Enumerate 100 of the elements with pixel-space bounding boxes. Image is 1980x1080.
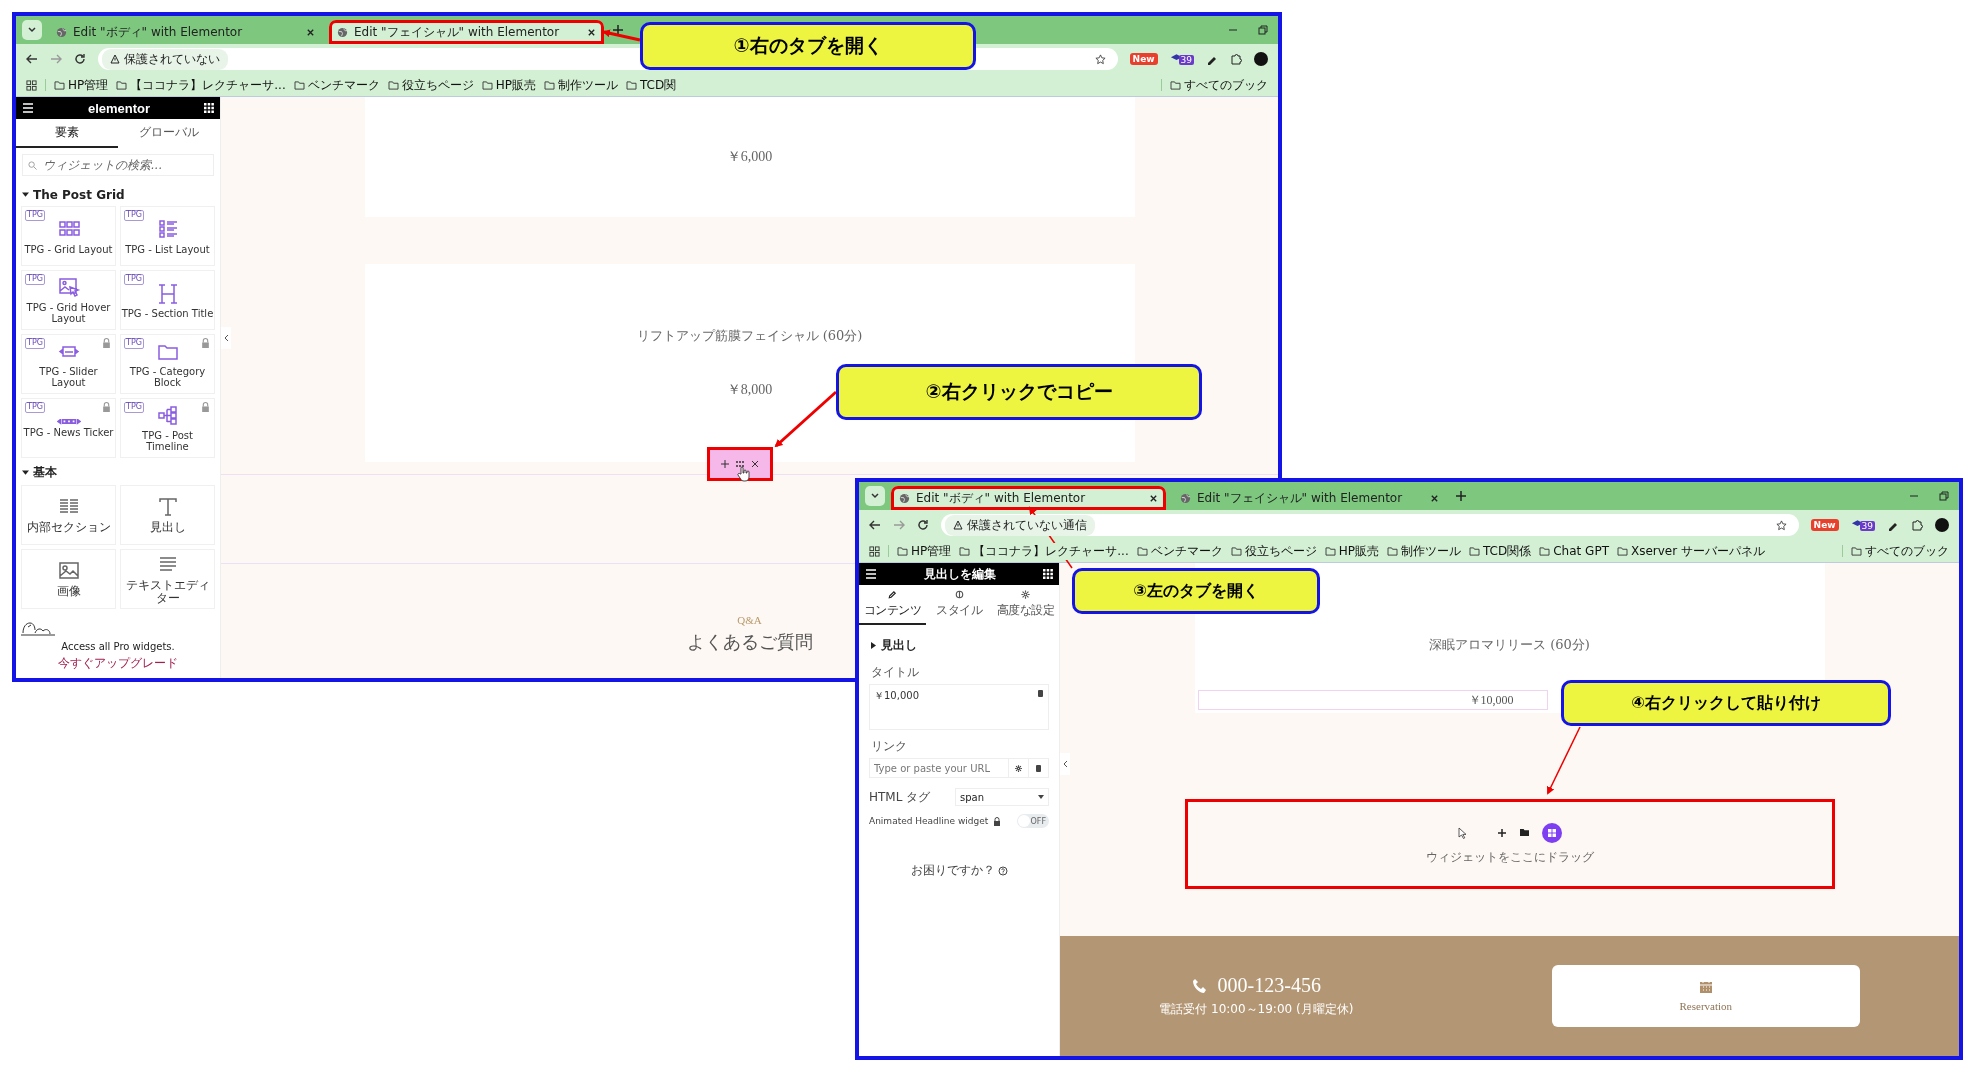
category-heading[interactable]: 基本 (16, 458, 220, 485)
help-link[interactable]: お困りですか？ (910, 862, 1008, 879)
widget-tile[interactable]: 画像 (21, 549, 116, 609)
category-heading[interactable]: The Post Grid (16, 182, 220, 206)
reload-icon[interactable] (74, 53, 86, 65)
close-icon[interactable] (1430, 493, 1439, 503)
widget-tile[interactable]: TPG TPG - Category Block (120, 334, 215, 394)
bookmark[interactable]: HP販売 (481, 76, 536, 94)
reload-icon[interactable] (917, 519, 929, 531)
folder-icon (1469, 546, 1480, 556)
section-handle[interactable] (709, 450, 770, 478)
widget-tile[interactable]: TPG TPG - List Layout (120, 206, 215, 266)
browser-tab[interactable]: Edit "フェイシャル" with Elementor (1172, 486, 1447, 510)
apps-icon[interactable] (869, 545, 880, 557)
tag-select[interactable]: span (955, 788, 1049, 806)
upgrade-link[interactable]: 今すぐアップグレード (58, 655, 178, 672)
puzzle-icon[interactable] (1230, 53, 1242, 65)
template-button[interactable] (1541, 822, 1562, 843)
widget-tile[interactable]: TPG TPG - Slider Layout (21, 334, 116, 394)
bookmark[interactable]: 【ココナラ】レクチャーサ... (959, 542, 1129, 560)
menu-icon[interactable] (865, 569, 877, 579)
plus-icon[interactable] (1496, 827, 1507, 838)
field-label: タイトル (870, 664, 920, 681)
new-tab-icon[interactable] (612, 24, 624, 36)
bookmark[interactable]: 【ココナラ】レクチャーサ... (116, 76, 286, 94)
settings-button[interactable] (1009, 758, 1029, 778)
close-icon[interactable] (306, 27, 315, 37)
folder-icon (116, 80, 128, 90)
panel-tab[interactable]: 要素 (16, 119, 118, 148)
address-bar[interactable]: 保護されていない通信 (941, 514, 1799, 536)
bookmark[interactable]: 役立ちページ (1230, 542, 1317, 560)
apps-icon[interactable] (26, 79, 37, 91)
toggle-switch[interactable]: OFF (1017, 814, 1049, 828)
browser-tab[interactable]: Edit "フェイシャル" with Elementor (329, 20, 604, 44)
restore-icon[interactable] (1939, 491, 1949, 501)
section-toggle[interactable]: 見出し (859, 625, 1059, 660)
widget-tile[interactable]: TPG TPG - News Ticker (21, 398, 116, 458)
browser-tab[interactable]: Edit "ボディ" with Elementor (891, 486, 1166, 510)
star-icon[interactable] (1775, 519, 1787, 531)
bookmark[interactable]: ベンチマーク (293, 76, 380, 94)
widget-tile[interactable]: TPG TPG - Section Title (120, 270, 215, 330)
widget-tile[interactable]: TPG TPG - Post Timeline (120, 398, 215, 458)
bookmark[interactable]: 制作ツール (1387, 542, 1461, 560)
bookmark[interactable]: HP販売 (1324, 542, 1379, 560)
bookmark[interactable]: TCD関係 (1469, 542, 1532, 560)
menu-icon[interactable] (22, 103, 34, 113)
reservation-button[interactable]: Reservation (1551, 965, 1860, 1027)
restore-icon[interactable] (1258, 25, 1268, 35)
widget-label: TPG - Post Timeline (141, 430, 194, 452)
extension-badge[interactable]: New (1129, 53, 1158, 65)
bookmark[interactable]: HP管理 (897, 542, 952, 560)
widget-tile[interactable]: TPG TPG - Grid Hover Layout (21, 270, 116, 330)
url-field[interactable]: Type or paste your URL (869, 758, 1009, 778)
browser-tab[interactable]: Edit "ボディ" with Elementor (48, 20, 323, 44)
panel-tab[interactable]: コンテンツ (859, 589, 926, 625)
folder-icon[interactable] (1518, 828, 1530, 837)
extension-badge[interactable]: New (1810, 519, 1839, 531)
heading-widget[interactable]: ￥10,000 (1197, 690, 1548, 710)
close-icon[interactable] (1149, 493, 1158, 503)
back-icon[interactable] (869, 519, 881, 531)
bookmark[interactable]: すべてのブック (1851, 542, 1949, 560)
profile-avatar[interactable] (1935, 518, 1949, 532)
panel-collapse-button[interactable] (221, 327, 231, 349)
callout: ③左のタブを開く (1072, 568, 1320, 614)
search-field[interactable]: ウィジェットの検索... (22, 154, 214, 176)
bookmark[interactable]: HP管理 (54, 76, 109, 94)
bookmark[interactable]: TCD関 (626, 76, 677, 94)
close-icon[interactable] (750, 460, 759, 468)
new-tab-icon[interactable] (1455, 490, 1467, 502)
apps-icon[interactable] (1043, 569, 1053, 579)
dynamic-tags-button[interactable] (1029, 758, 1049, 778)
panel-tab[interactable]: スタイル (925, 589, 993, 625)
bookmark[interactable]: すべてのブック (1170, 76, 1268, 94)
puzzle-icon[interactable] (1911, 519, 1923, 531)
drag-dots-icon[interactable] (734, 460, 745, 468)
panel-tab[interactable]: 高度な設定 (992, 589, 1059, 625)
widget-tile[interactable]: TPG TPG - Grid Layout (21, 206, 116, 266)
widget-badge: TPG (25, 210, 45, 221)
profile-avatar[interactable] (1254, 52, 1268, 66)
widget-tile[interactable]: 内部セクション (21, 485, 116, 545)
security-chip[interactable]: 保護されていない通信 (945, 514, 1095, 536)
widget-tile[interactable]: 見出し (120, 485, 215, 545)
security-chip[interactable]: 保護されていない (102, 48, 228, 70)
panel-tab[interactable]: グローバル (118, 119, 220, 148)
tab-list-button[interactable] (865, 486, 885, 506)
close-icon[interactable] (587, 27, 596, 37)
back-icon[interactable] (26, 53, 38, 65)
tab-list-button[interactable] (22, 20, 42, 40)
title-textarea[interactable]: ￥10,000 (869, 684, 1049, 730)
bookmark[interactable]: 役立ちページ (387, 76, 474, 94)
cursor-icon (1457, 826, 1467, 839)
panel-collapse-button[interactable] (1060, 753, 1070, 775)
bookmark[interactable]: 制作ツール (544, 76, 618, 94)
star-icon[interactable] (1094, 53, 1106, 65)
folder-icon (1324, 546, 1336, 556)
apps-icon[interactable] (204, 103, 214, 113)
drop-zone[interactable]: ウィジェットをここにドラッグ (1184, 799, 1835, 889)
callout: ④右クリックして貼り付け (1561, 680, 1891, 726)
bookmark[interactable]: Chat GPT (1539, 544, 1609, 558)
widget-tile[interactable]: テキストエディター (120, 549, 215, 609)
